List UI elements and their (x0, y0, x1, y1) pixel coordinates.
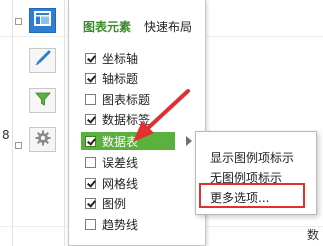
chart-settings-button[interactable] (29, 127, 56, 152)
checkbox[interactable] (85, 113, 96, 125)
checkbox[interactable] (85, 52, 96, 64)
submenu-item-with-legend-keys[interactable]: 显示图例项标示 (210, 149, 294, 166)
element-label: 数据表 (102, 134, 139, 149)
settings-gear-icon (35, 130, 51, 150)
chart-elements-panel: 图表元素 快速布局 坐标轴 轴标题 图表标题 数据标签 数据表 误差线 网格线 … (68, 0, 206, 246)
element-row-data-labels[interactable]: 数据标签 (85, 110, 150, 128)
element-label: 图例 (102, 196, 127, 211)
element-row-axes[interactable]: 坐标轴 (85, 49, 138, 67)
element-label: 数据标签 (102, 112, 151, 127)
element-row-trendline[interactable]: 趋势线 (85, 215, 138, 233)
cell-text-fragment: 数 (307, 228, 320, 242)
element-label: 误差线 (102, 155, 139, 170)
chart-elements-icon (34, 11, 51, 30)
checkbox[interactable] (85, 135, 96, 147)
checkbox[interactable] (85, 72, 96, 84)
cell-text-fragment: 8 (2, 128, 10, 142)
checkbox[interactable] (85, 93, 96, 105)
chart-style-brush-icon (34, 50, 51, 71)
element-row-axis-titles[interactable]: 轴标题 (85, 69, 138, 87)
element-label: 趋势线 (102, 217, 139, 232)
checkbox[interactable] (85, 218, 96, 230)
element-label: 轴标题 (102, 71, 139, 86)
chart-elements-button[interactable] (29, 8, 56, 33)
checkbox[interactable] (85, 197, 96, 209)
element-row-error-bars[interactable]: 误差线 (85, 153, 138, 171)
tab-chart-elements[interactable]: 图表元素 (83, 18, 131, 35)
checkbox[interactable] (85, 156, 96, 168)
element-row-legend[interactable]: 图例 (85, 194, 126, 212)
chart-resize-handle[interactable] (15, 18, 22, 25)
element-row-data-table[interactable]: 数据表 (81, 132, 175, 150)
element-label: 坐标轴 (102, 51, 139, 66)
chart-filter-icon (34, 91, 51, 111)
element-label: 图表标题 (102, 92, 151, 107)
element-row-chart-title[interactable]: 图表标题 (85, 90, 150, 108)
tab-quick-layout[interactable]: 快速布局 (144, 18, 192, 35)
annotation-highlight-box (199, 183, 305, 208)
submenu-arrow-icon[interactable] (186, 136, 192, 146)
chart-filters-button[interactable] (29, 88, 56, 113)
chart-resize-handle[interactable] (15, 142, 22, 149)
element-row-gridlines[interactable]: 网格线 (85, 174, 138, 192)
checkbox[interactable] (85, 177, 96, 189)
element-label: 网格线 (102, 176, 139, 191)
chart-styles-button[interactable] (29, 48, 56, 73)
